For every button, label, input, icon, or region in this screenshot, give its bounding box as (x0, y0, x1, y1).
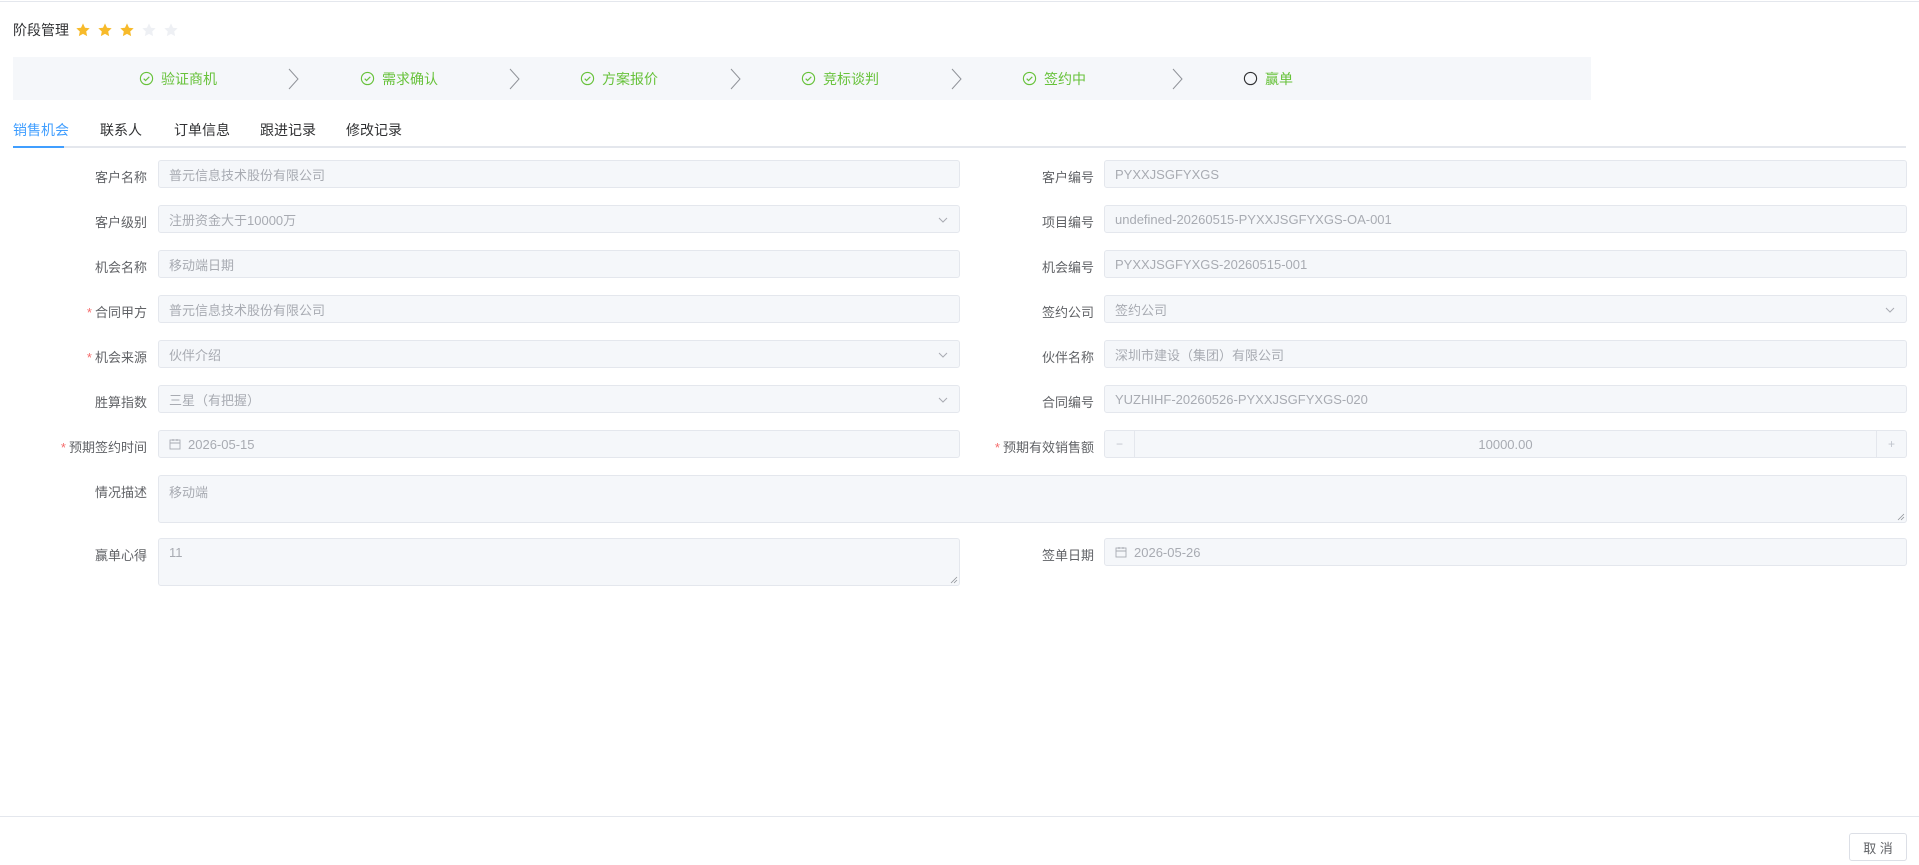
stage-steps: 验证商机 需求确认 方案报价 竞标谈判 签约中 赢单 (13, 57, 1591, 100)
required-mark: * (86, 305, 92, 320)
tab-sales-opportunity[interactable]: 销售机会 (13, 120, 69, 140)
contract-party-label: * 合同甲方 (86, 305, 147, 320)
star-icon[interactable] (163, 22, 179, 38)
check-circle-icon (360, 71, 375, 86)
expected-sign-date-label: * 预期签约时间 (60, 440, 147, 455)
tab-followup-records[interactable]: 跟进记录 (260, 120, 316, 140)
step-label: 需求确认 (382, 70, 438, 87)
customer-level-label: 客户级别 (94, 215, 147, 230)
contract-party-input[interactable]: 普元信息技术股份有限公司 (158, 295, 960, 323)
star-icon[interactable] (119, 22, 135, 38)
stage-header: 阶段管理 (13, 20, 179, 40)
project-no-input[interactable]: undefined-20260515-PYXXJSGFYXGS-OA-001 (1104, 205, 1907, 233)
opp-source-label: * 机会来源 (86, 350, 147, 365)
step-4[interactable]: 竞标谈判 (801, 69, 879, 89)
circle-icon (1243, 71, 1258, 86)
check-circle-icon (580, 71, 595, 86)
chevron-right-icon (509, 68, 520, 89)
customer-no-label: 客户编号 (1041, 170, 1094, 185)
opp-no-label: 机会编号 (1041, 260, 1094, 275)
project-no-label: 项目编号 (1041, 215, 1094, 230)
customer-level-select[interactable]: 注册资金大于10000万 (158, 205, 960, 233)
step-3[interactable]: 方案报价 (580, 69, 658, 89)
chevron-right-icon (288, 68, 299, 89)
step-label: 签约中 (1044, 70, 1086, 87)
required-mark: * (86, 350, 92, 365)
step-1[interactable]: 验证商机 (139, 69, 217, 89)
chevron-right-icon (1172, 68, 1183, 89)
tab-change-records[interactable]: 修改记录 (346, 120, 402, 140)
customer-name-input[interactable]: 普元信息技术股份有限公司 (158, 160, 960, 188)
tab-active-indicator (13, 146, 64, 148)
expected-sign-date-picker[interactable]: 2026-05-15 (158, 430, 960, 458)
step-label: 验证商机 (161, 70, 217, 87)
sign-company-select[interactable]: 签约公司 (1104, 295, 1907, 323)
stage-title: 阶段管理 (13, 22, 69, 38)
star-icon[interactable] (141, 22, 157, 38)
check-circle-icon (801, 71, 816, 86)
contract-no-input[interactable]: YUZHIHF-20260526-PYXXJSGFYXGS-020 (1104, 385, 1907, 413)
calendar-icon (169, 439, 181, 450)
tab-order-info[interactable]: 订单信息 (174, 120, 230, 140)
customer-name-label: 客户名称 (94, 170, 147, 185)
contract-no-label: 合同编号 (1041, 395, 1094, 410)
calendar-icon (1115, 547, 1127, 558)
footer-divider (0, 816, 1919, 817)
opp-name-label: 机会名称 (94, 260, 147, 275)
star-icon[interactable] (75, 22, 91, 38)
customer-no-input[interactable]: PYXXJSGFYXGS (1104, 160, 1907, 188)
partner-name-input[interactable]: 深圳市建设（集团）有限公司 (1104, 340, 1907, 368)
increase-button[interactable]: + (1876, 431, 1906, 457)
sign-company-label: 签约公司 (1041, 305, 1094, 320)
resize-handle-icon[interactable] (1897, 513, 1905, 521)
sign-date-label: 签单日期 (1041, 548, 1094, 563)
required-mark: * (60, 440, 66, 455)
star-icon[interactable] (97, 22, 113, 38)
situation-label: 情况描述 (94, 485, 147, 500)
check-circle-icon (139, 71, 154, 86)
chevron-right-icon (730, 68, 741, 89)
opp-no-input[interactable]: PYXXJSGFYXGS-20260515-001 (1104, 250, 1907, 278)
win-index-label: 胜算指数 (94, 395, 147, 410)
step-label: 方案报价 (602, 70, 658, 87)
expected-sales-value: 10000.00 (1478, 436, 1533, 452)
win-index-select[interactable]: 三星（有把握） (158, 385, 960, 413)
step-5[interactable]: 签约中 (1022, 69, 1086, 89)
top-divider (0, 1, 1919, 2)
win-notes-textarea[interactable]: 11 (158, 538, 960, 586)
expected-sales-stepper[interactable]: − 10000.00 + (1104, 430, 1907, 458)
required-mark: * (994, 440, 1000, 455)
decrease-button[interactable]: − (1105, 431, 1135, 457)
chevron-down-icon (1885, 307, 1895, 313)
sign-date-picker[interactable]: 2026-05-26 (1104, 538, 1907, 566)
chevron-right-icon (951, 68, 962, 89)
situation-textarea[interactable]: 移动端 (158, 475, 1907, 523)
cancel-button[interactable]: 取 消 (1849, 833, 1907, 861)
step-label: 竞标谈判 (823, 70, 879, 87)
check-circle-icon (1022, 71, 1037, 86)
opp-source-select[interactable]: 伙伴介绍 (158, 340, 960, 368)
expected-sales-label: * 预期有效销售额 (994, 440, 1094, 455)
step-2[interactable]: 需求确认 (360, 69, 438, 89)
tab-contacts[interactable]: 联系人 (100, 120, 142, 140)
rating-stars[interactable] (75, 22, 179, 38)
opp-name-input[interactable]: 移动端日期 (158, 250, 960, 278)
step-6[interactable]: 赢单 (1243, 69, 1293, 89)
resize-handle-icon[interactable] (950, 576, 958, 584)
tab-bar: 销售机会 联系人 订单信息 跟进记录 修改记录 (13, 118, 1906, 148)
win-notes-label: 赢单心得 (94, 548, 147, 563)
partner-name-label: 伙伴名称 (1041, 350, 1094, 365)
step-label: 赢单 (1265, 70, 1293, 87)
